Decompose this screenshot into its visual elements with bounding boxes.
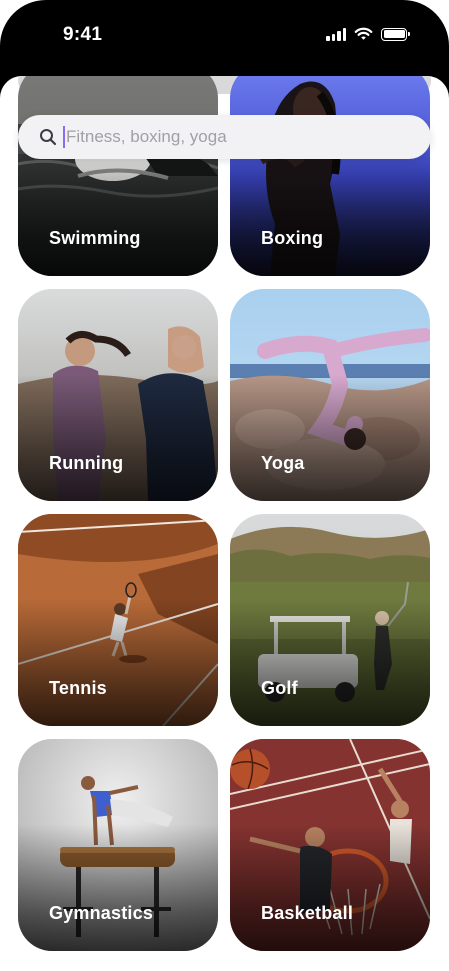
search-icon: [40, 129, 57, 146]
sport-label: Running: [49, 453, 124, 473]
sports-grid: Swimming Boxing Running Yoga Tennis Golf…: [0, 76, 449, 971]
battery-icon: [381, 27, 410, 41]
search-bar[interactable]: [18, 115, 431, 159]
sport-tile-golf[interactable]: Golf: [230, 514, 430, 726]
sport-label: Swimming: [49, 228, 141, 248]
sport-label: Boxing: [261, 228, 324, 248]
phone-screen: 9:41 Swimming Boxing Running Yoga Tennis…: [0, 0, 449, 971]
sport-label: Golf: [261, 678, 298, 698]
sport-tile-gymnastics[interactable]: Gymnastics: [18, 739, 218, 951]
sport-tile-boxing[interactable]: Boxing: [230, 76, 430, 276]
sport-label: Gymnastics: [49, 903, 154, 923]
cellular-signal-icon: [326, 27, 346, 41]
sport-tile-swimming[interactable]: Swimming: [18, 76, 218, 276]
search-input[interactable]: [66, 127, 431, 147]
sport-label: Yoga: [261, 453, 305, 473]
sport-tile-yoga[interactable]: Yoga: [230, 289, 430, 501]
sport-label: Tennis: [49, 678, 107, 698]
status-time: 9:41: [63, 24, 103, 45]
sport-tile-basketball[interactable]: Basketball: [230, 739, 430, 951]
wifi-icon: [354, 27, 373, 40]
sport-picker-sheet: Swimming Boxing Running Yoga Tennis Golf…: [0, 76, 449, 971]
text-caret: [63, 126, 65, 148]
sport-label: Basketball: [261, 903, 354, 923]
sport-tile-tennis[interactable]: Tennis: [18, 514, 218, 726]
sport-tile-running[interactable]: Running: [18, 289, 218, 501]
status-icons: [326, 27, 410, 41]
